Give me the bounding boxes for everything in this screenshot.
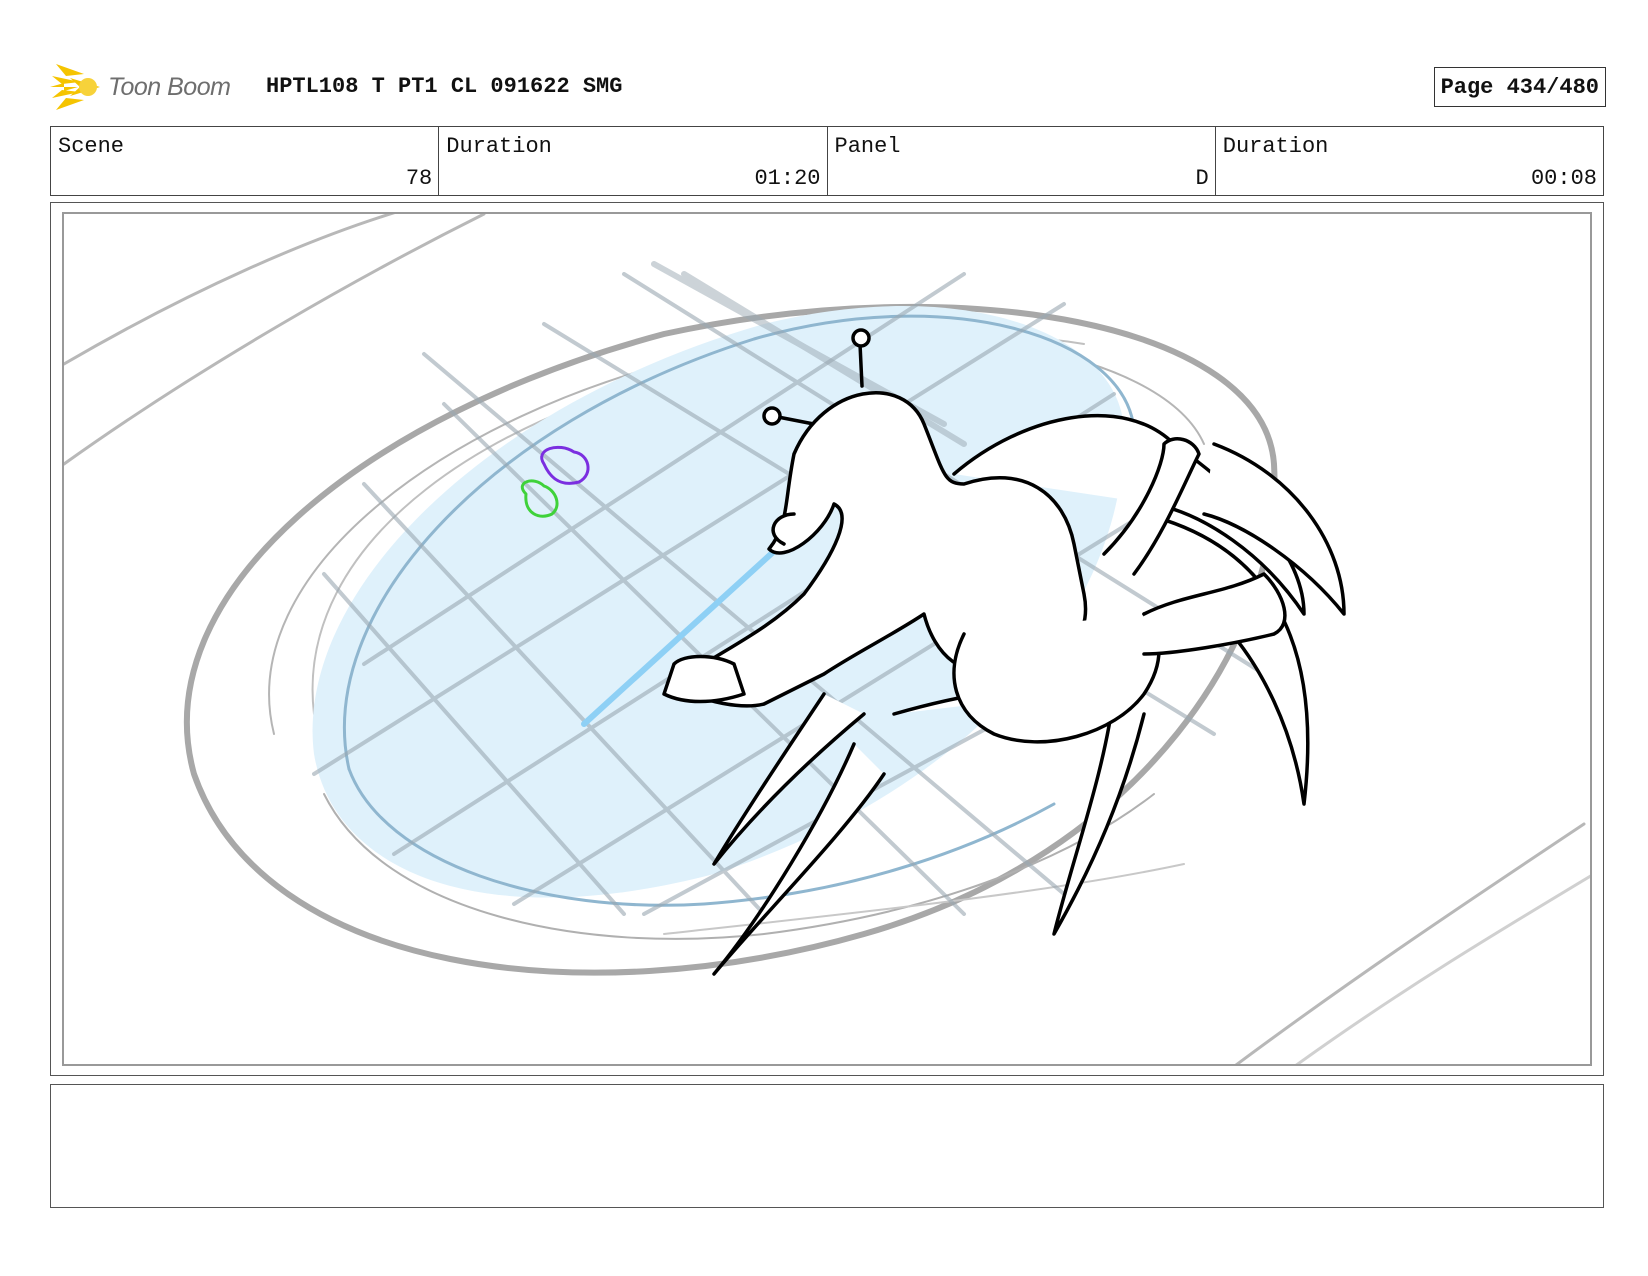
page-indicator: Page 434/480 xyxy=(1433,67,1606,107)
scene-duration-value: 01:20 xyxy=(754,166,821,191)
storyboard-panel xyxy=(50,202,1604,1076)
scene-duration-label: Duration xyxy=(446,134,552,159)
scene-cell: Scene 78 xyxy=(51,127,440,195)
document-title: HPTL108 T PT1 CL 091622 SMG xyxy=(266,74,623,99)
panel-duration-label: Duration xyxy=(1222,134,1329,159)
panel-duration-value: 00:08 xyxy=(1530,166,1597,191)
scene-info-bar: Scene 78 Duration 01:20 Panel D Duration… xyxy=(50,126,1604,196)
panel-drawing xyxy=(64,214,1590,1064)
panel-duration-cell: Duration 00:08 xyxy=(1216,127,1603,195)
logo-wordmark: Toon Boom xyxy=(108,72,231,101)
panel-safe-frame xyxy=(62,212,1592,1066)
scene-label: Scene xyxy=(58,134,125,159)
notes-box xyxy=(50,1084,1604,1208)
storyboard-header: Toon Boom HPTL108 T PT1 CL 091622 SMG Pa… xyxy=(50,58,1606,114)
scene-duration-cell: Duration 01:20 xyxy=(439,127,828,195)
toon-boom-logo: Toon Boom xyxy=(50,62,250,112)
sunburst-icon xyxy=(50,64,100,110)
panel-label: Panel xyxy=(834,134,901,159)
scene-value: 78 xyxy=(405,166,433,191)
panel-cell: Panel D xyxy=(828,127,1216,195)
panel-value: D xyxy=(1195,166,1209,191)
